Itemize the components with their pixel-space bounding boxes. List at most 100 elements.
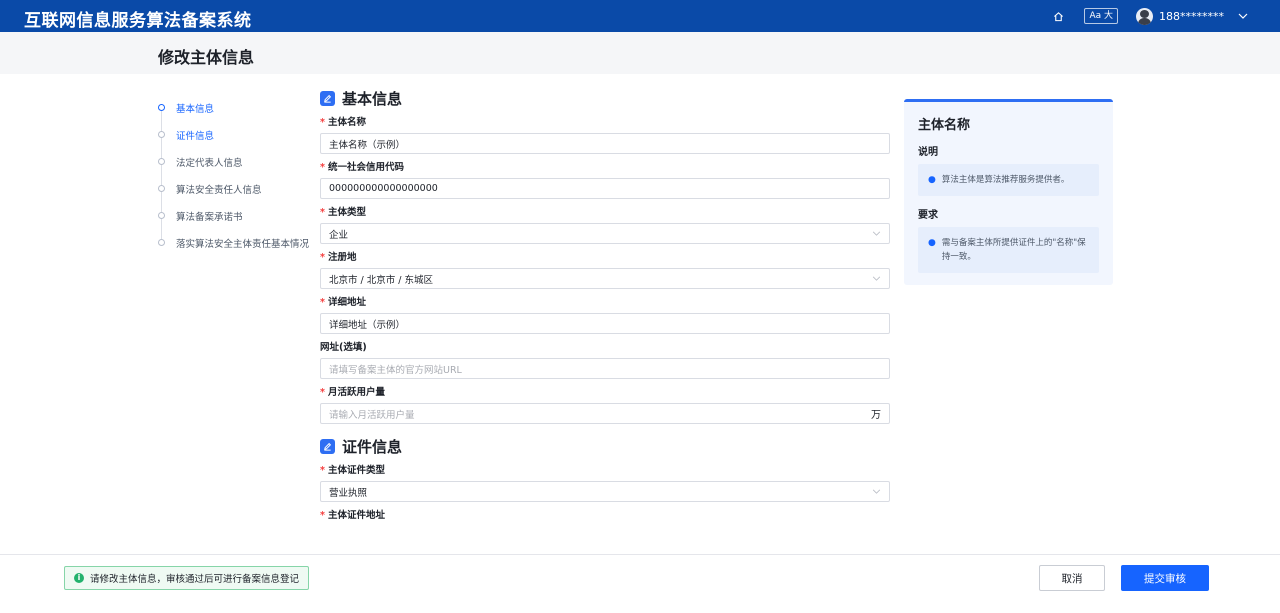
field-label: * 主体证件类型 xyxy=(320,464,892,478)
section-title: 证件信息 xyxy=(342,437,403,456)
avatar xyxy=(1136,7,1153,25)
step-dot xyxy=(158,158,165,165)
font-size-toggle[interactable]: Aa 大 xyxy=(1084,8,1118,24)
field-credit-code: * 统一社会信用代码 000000000000000000 xyxy=(320,161,892,199)
field-mau: * 月活跃用户量 请输入月活跃用户量 万 xyxy=(320,386,892,424)
label-text: 主体名称 xyxy=(327,117,366,128)
required-mark: * xyxy=(320,207,325,218)
step-label: 法定代表人信息 xyxy=(176,157,243,169)
address-input[interactable]: 详细地址（示例） xyxy=(320,313,890,334)
help-req-heading: 要求 xyxy=(918,210,938,221)
label-text: 主体证件地址 xyxy=(327,510,385,521)
website-input[interactable]: 请填写备案主体的官方网站URL xyxy=(320,358,890,379)
field-label: * 注册地 xyxy=(320,251,892,265)
input-placeholder: 请输入月活跃用户量 xyxy=(329,409,415,421)
required-mark: * xyxy=(320,297,325,308)
step-label: 算法备案承诺书 xyxy=(176,211,243,223)
footer-bar: i 请修改主体信息，审核通过后可进行备案信息登记 取消 提交审核 xyxy=(0,554,1280,613)
input-value: 主体名称（示例） xyxy=(329,139,406,151)
edit-icon xyxy=(320,90,335,106)
step-nav: 基本信息 证件信息 法定代表人信息 算法安全责任人信息 算法备案承诺书 落实算法… xyxy=(158,94,318,256)
notice-text: 请修改主体信息，审核通过后可进行备案信息登记 xyxy=(90,574,300,585)
help-desc-heading: 说明 xyxy=(918,147,938,158)
step-label: 落实算法安全主体责任基本情况 xyxy=(176,238,310,250)
select-value: 营业执照 xyxy=(329,487,368,499)
unit-suffix: 万 xyxy=(871,410,881,421)
section-title: 基本信息 xyxy=(342,89,403,108)
username: 188******** xyxy=(1159,9,1224,23)
help-desc-box: ● 算法主体是算法推荐服务提供者。 xyxy=(918,164,1099,196)
step-cert-info[interactable]: 证件信息 xyxy=(158,121,318,148)
label-text: 详细地址 xyxy=(327,297,366,308)
field-cert-type: * 主体证件类型 营业执照 xyxy=(320,464,892,502)
required-mark: * xyxy=(320,117,325,128)
select-value: 企业 xyxy=(329,229,349,241)
step-responsibility[interactable]: 落实算法安全主体责任基本情况 xyxy=(158,229,318,256)
bullet-icon: ● xyxy=(928,175,936,185)
bullet-icon: ● xyxy=(928,238,936,248)
label-text: 统一社会信用代码 xyxy=(327,162,404,173)
step-basic-info[interactable]: 基本信息 xyxy=(158,94,318,121)
help-card: 主体名称 说明 ● 算法主体是算法推荐服务提供者。 要求 ● 需与备案主体所提供… xyxy=(904,99,1113,285)
required-mark: * xyxy=(320,465,325,476)
help-req-box: ● 需与备案主体所提供证件上的"名称"保持一致。 xyxy=(918,227,1099,273)
label-text: 网址(选填) xyxy=(320,342,367,353)
section-basic-header: 基本信息 xyxy=(320,86,892,110)
label-text: 主体证件类型 xyxy=(327,465,385,476)
page-title: 修改主体信息 xyxy=(158,48,255,67)
top-bar: 互联网信息服务算法备案系统 Aa 大 188******** xyxy=(0,0,1280,32)
required-mark: * xyxy=(320,510,325,521)
step-dot xyxy=(158,185,165,192)
mau-input[interactable]: 请输入月活跃用户量 万 xyxy=(320,403,890,424)
step-commitment[interactable]: 算法备案承诺书 xyxy=(158,202,318,229)
main-form: 基本信息 * 主体名称 主体名称（示例） * 统一社会信用代码 0000000000… xyxy=(320,86,892,530)
input-placeholder: 请填写备案主体的官方网站URL xyxy=(329,364,462,376)
credit-code-input[interactable]: 000000000000000000 xyxy=(320,178,890,199)
field-label: * 详细地址 xyxy=(320,296,892,310)
region-select[interactable]: 北京市 / 北京市 / 东城区 xyxy=(320,268,890,289)
step-label: 算法安全责任人信息 xyxy=(176,184,262,196)
label-text: 主体类型 xyxy=(327,207,366,218)
type-select[interactable]: 企业 xyxy=(320,223,890,244)
label-text: 注册地 xyxy=(327,252,357,263)
chevron-down-icon xyxy=(872,276,881,281)
edit-icon xyxy=(320,438,335,454)
help-title: 主体名称 xyxy=(918,118,971,133)
step-legal-rep[interactable]: 法定代表人信息 xyxy=(158,148,318,175)
field-label: * 统一社会信用代码 xyxy=(320,161,892,175)
step-label: 基本信息 xyxy=(176,103,215,115)
input-value: 000000000000000000 xyxy=(329,183,438,194)
field-label: 网址(选填) xyxy=(320,341,892,355)
section-cert-header: 证件信息 xyxy=(320,434,892,458)
step-label: 证件信息 xyxy=(176,130,215,142)
top-right-actions: Aa 大 188******** xyxy=(1053,0,1248,32)
name-input[interactable]: 主体名称（示例） xyxy=(320,133,890,154)
submit-button[interactable]: 提交审核 xyxy=(1121,565,1209,591)
help-desc-text: 算法主体是算法推荐服务提供者。 xyxy=(941,175,1070,185)
field-label: * 主体类型 xyxy=(320,206,892,220)
cancel-button[interactable]: 取消 xyxy=(1039,565,1105,591)
chevron-down-icon xyxy=(872,489,881,494)
help-req-text: 需与备案主体所提供证件上的"名称"保持一致。 xyxy=(941,238,1086,262)
field-label: * 主体名称 xyxy=(320,116,892,130)
field-website: 网址(选填) 请填写备案主体的官方网站URL xyxy=(320,341,892,379)
input-value: 详细地址（示例） xyxy=(329,319,406,331)
field-label: * 月活跃用户量 xyxy=(320,386,892,400)
field-label: * 主体证件地址 xyxy=(320,509,892,523)
field-cert-address: * 主体证件地址 xyxy=(320,509,892,523)
field-type: * 主体类型 企业 xyxy=(320,206,892,244)
step-security-officer[interactable]: 算法安全责任人信息 xyxy=(158,175,318,202)
step-dot xyxy=(158,239,165,246)
chevron-down-icon xyxy=(872,231,881,236)
page-header: 修改主体信息 xyxy=(0,32,1280,74)
chevron-down-icon xyxy=(1238,13,1248,19)
home-icon[interactable] xyxy=(1053,11,1064,22)
info-notice: i 请修改主体信息，审核通过后可进行备案信息登记 xyxy=(64,566,310,590)
cert-type-select[interactable]: 营业执照 xyxy=(320,481,890,502)
field-region: * 注册地 北京市 / 北京市 / 东城区 xyxy=(320,251,892,289)
required-mark: * xyxy=(320,387,325,398)
user-menu[interactable]: 188******** xyxy=(1136,7,1248,25)
info-icon: i xyxy=(74,573,84,583)
required-mark: * xyxy=(320,252,325,263)
app-title: 互联网信息服务算法备案系统 xyxy=(24,11,252,31)
